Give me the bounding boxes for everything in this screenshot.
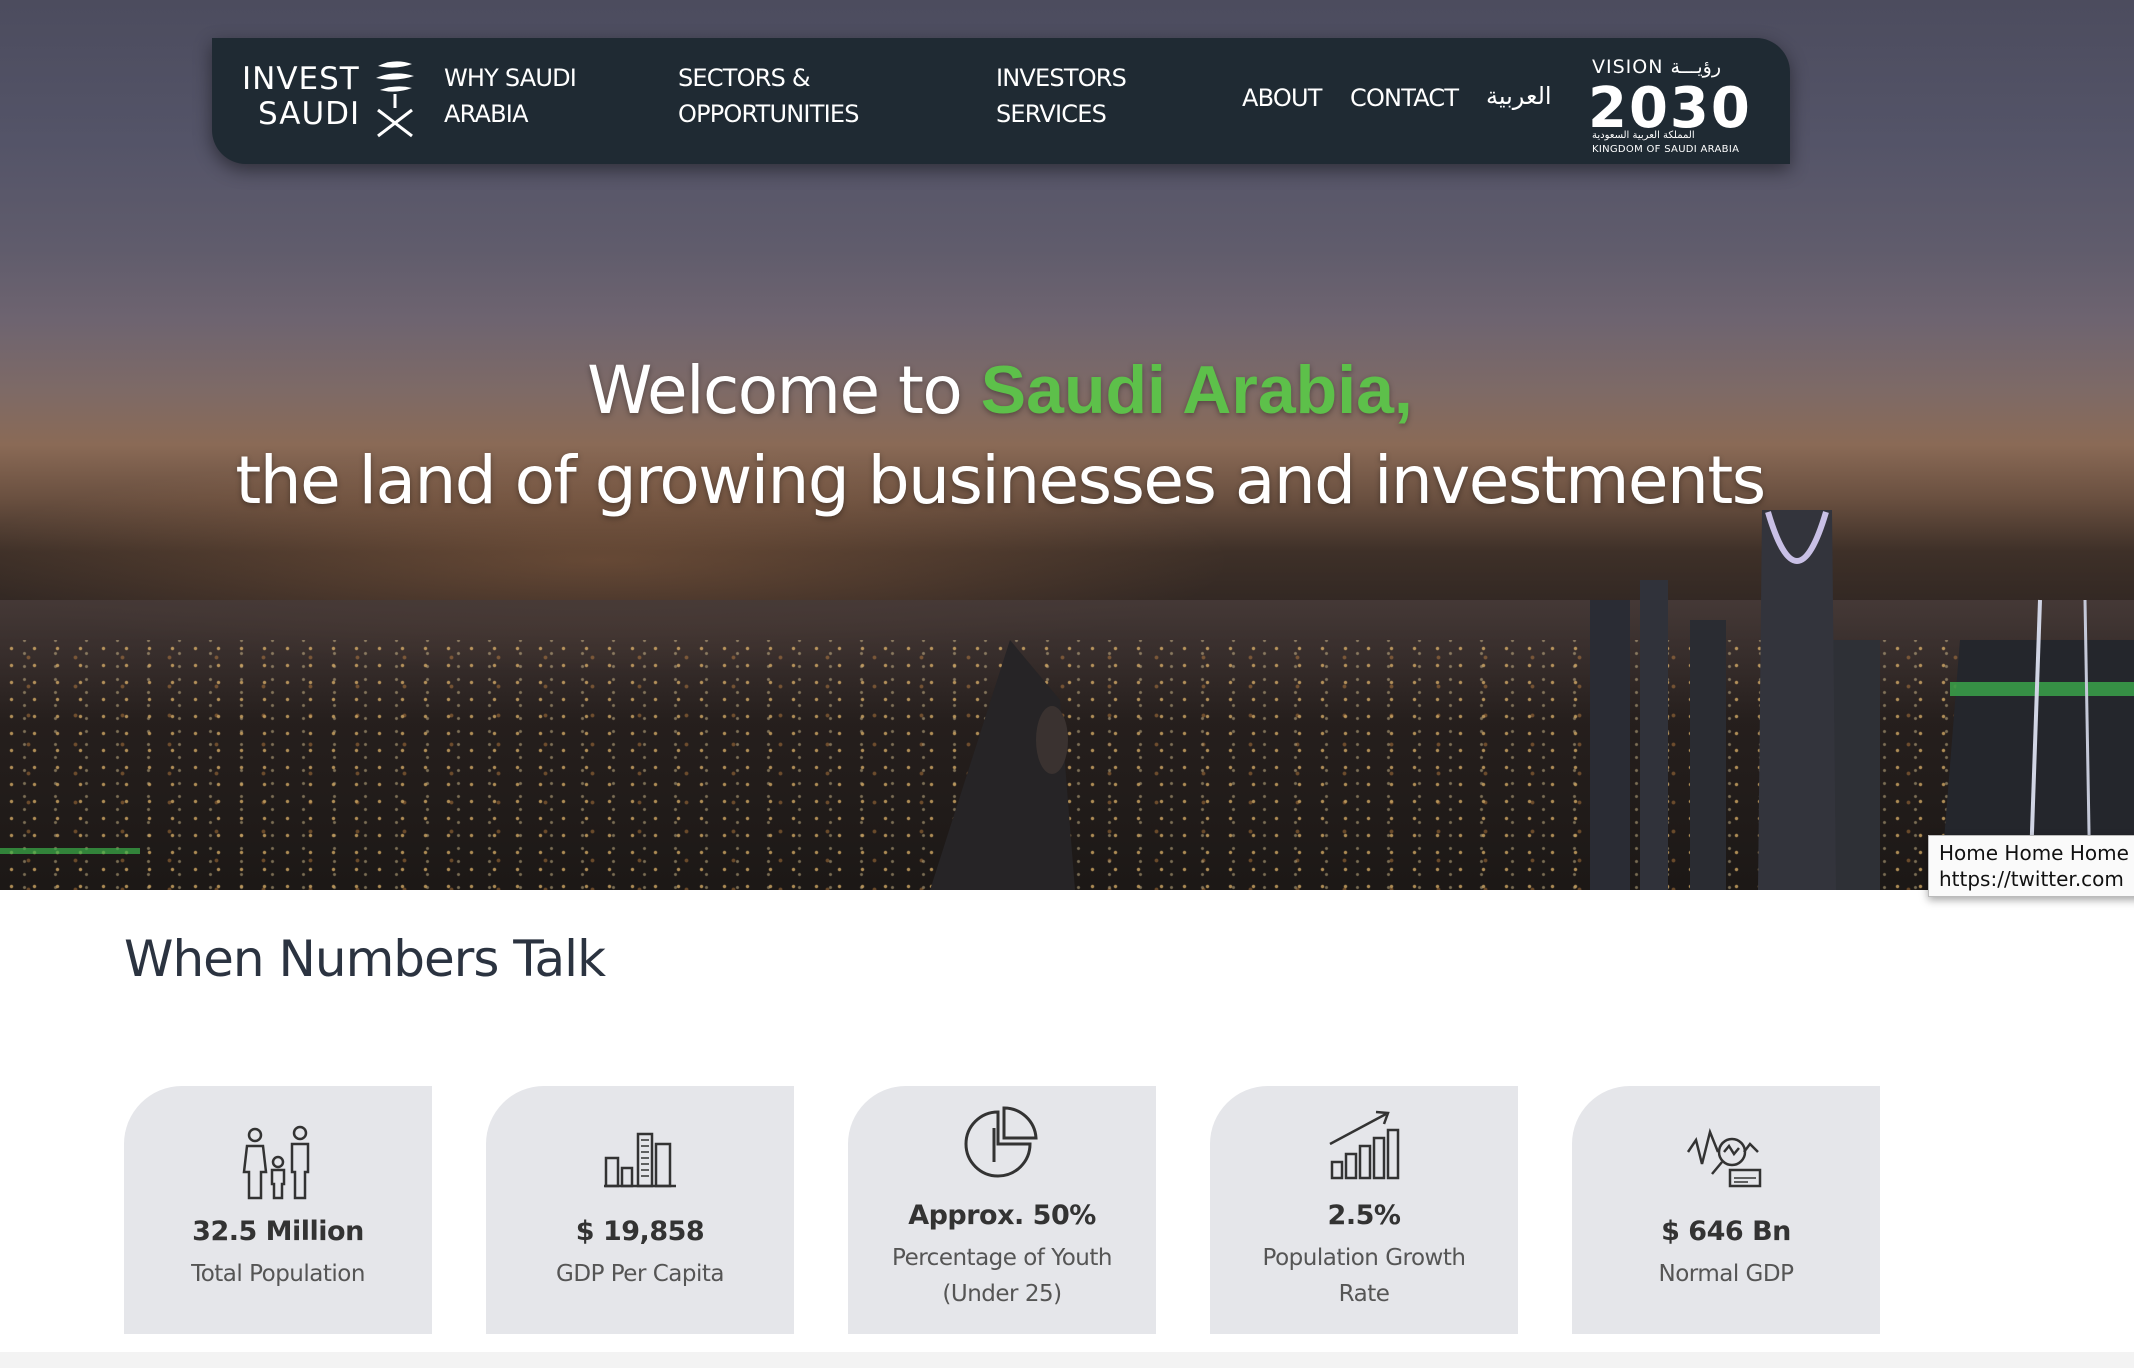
tooltip-url: https://twitter.com [1939,867,2124,891]
vision-subtitle-en: KINGDOM OF SAUDI ARABIA [1592,144,1740,155]
stat-value: $ 646 Bn [1661,1216,1791,1247]
vision-label: VISION رؤيـــة [1592,56,1722,78]
main-navbar: INVEST SAUDI WHY SAUDI ARABIA SECTORS & … [212,38,1790,164]
headline-line-2: the land of growing businesses and inves… [235,442,1766,519]
tower-bg-1 [1590,600,1630,890]
page-bottom-strip [0,1352,2134,1368]
headline-line-1: Welcome to Saudi Arabia, [0,345,2000,436]
tower-bg-2 [1640,580,1668,890]
stat-label: GDP Per Capita [556,1261,724,1287]
stat-value: 2.5% [1327,1200,1401,1231]
stat-card-youth: Approx. 50% Percentage of Youth (Under 2… [848,1086,1156,1334]
stat-value: Approx. 50% [908,1200,1096,1231]
nav-sectors-line-2: OPPORTUNITIES [678,100,859,128]
green-light [1950,682,2134,696]
buildings-chart-icon [604,1132,676,1188]
stat-label: Population Growth [1262,1245,1466,1271]
nav-sectors-line-1: SECTORS & [678,64,811,92]
stat-label: Percentage of Youth [892,1245,1112,1271]
headline-highlight: Saudi Arabia, [980,352,1413,428]
nav-about[interactable]: ABOUT [1242,80,1322,116]
stat-card-normal-gdp: $ 646 Bn Normal GDP [1572,1086,1880,1334]
stat-label-2: (Under 25) [942,1281,1062,1307]
left-green-lights [0,848,140,854]
vision-subtitle-ar: المملكة العربية السعودية [1592,130,1695,141]
logo-line-1: INVEST [242,61,360,97]
nav-sectors-opportunities[interactable]: SECTORS & OPPORTUNITIES [678,60,898,132]
nav-why-line-2: ARABIA [444,100,529,128]
nav-arabic-language[interactable]: العربية [1486,78,1552,114]
headline-prefix: Welcome to [587,352,981,429]
nav-investors-line-2: SERVICES [996,100,1107,128]
invest-saudi-logo[interactable]: INVEST SAUDI [242,58,432,148]
stat-card-population: 32.5 Million Total Population [124,1086,432,1334]
nav-contact[interactable]: CONTACT [1350,80,1459,116]
tower-hole [1036,706,1068,774]
pie-chart-icon [964,1106,1038,1178]
nav-investors-line-1: INVESTORS [996,64,1127,92]
family-icon [242,1125,310,1200]
palm-swords-icon [376,61,414,138]
nav-investors-services[interactable]: INVESTORS SERVICES [996,60,1216,132]
link-tooltip: Home Home Home https://twitter.com [1928,835,2134,897]
stat-value: 32.5 Million [192,1216,364,1247]
stat-card-gdp-per-capita: $ 19,858 GDP Per Capita [486,1086,794,1334]
stat-value: $ 19,858 [575,1216,705,1247]
hero-headline: Welcome to Saudi Arabia, the land of gro… [0,345,2000,526]
vision-2030-logo: VISION رؤيـــة 2030 المملكة العربية السع… [1588,48,1758,155]
tower-bg-3 [1690,620,1726,890]
section-title: When Numbers Talk [124,930,606,988]
stat-card-growth-rate: 2.5% Population Growth Rate [1210,1086,1518,1334]
nav-why-saudi-arabia[interactable]: WHY SAUDI ARABIA [444,60,664,132]
tooltip-title: Home Home Home [1939,841,2129,865]
stat-label-2: Rate [1338,1281,1390,1307]
logo-text: INVEST SAUDI [242,62,360,132]
kingdom-tower [1758,510,1836,890]
nav-why-line-1: WHY SAUDI [444,64,577,92]
stat-label: Total Population [191,1261,365,1287]
hero-banner: INVEST SAUDI WHY SAUDI ARABIA SECTORS & … [0,0,2134,890]
growth-chart-icon [1329,1110,1400,1180]
stat-label: Normal GDP [1658,1261,1794,1287]
analytics-magnifier-icon [1686,1127,1762,1188]
logo-line-2: SAUDI [258,96,361,132]
